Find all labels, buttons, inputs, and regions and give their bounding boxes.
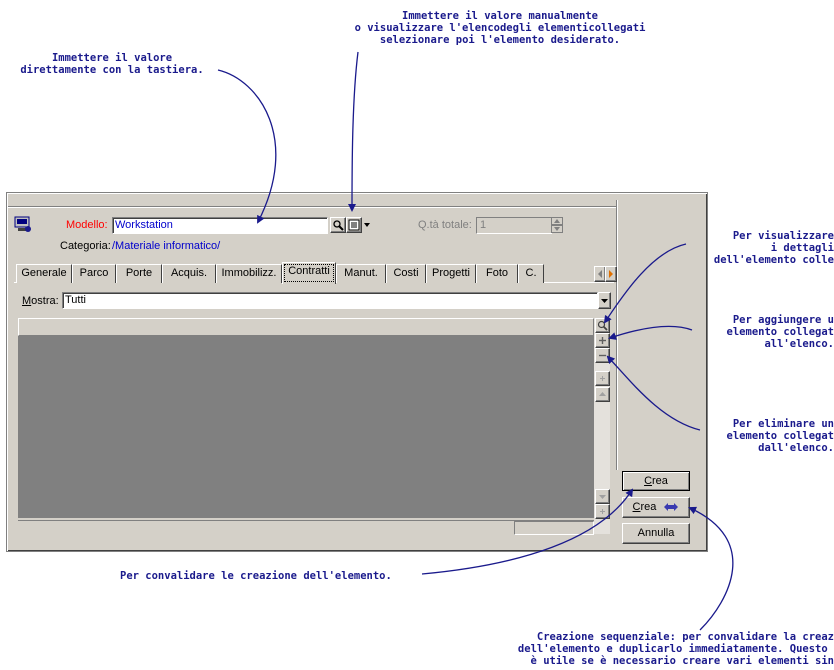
arrow-sequential	[688, 506, 734, 631]
arrow-create	[421, 488, 634, 575]
arrow-keyboard	[217, 69, 277, 224]
arrow-add	[608, 325, 693, 340]
arrow-details	[603, 243, 687, 324]
arrow-list	[348, 51, 359, 212]
tab-contratti[interactable]: Contratti	[282, 262, 336, 284]
arrow-remove	[606, 355, 701, 431]
annotation-arrows	[217, 51, 734, 631]
